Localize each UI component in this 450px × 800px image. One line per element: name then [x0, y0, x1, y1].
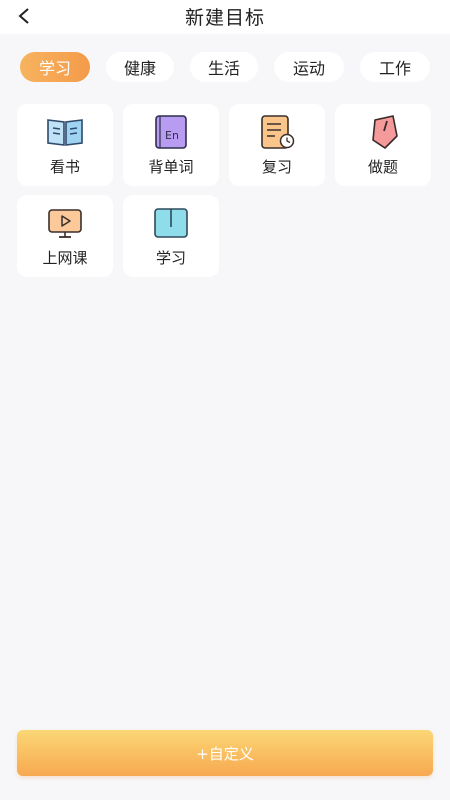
tab-label: 生活 [207, 59, 240, 78]
tab-label: 健康 [123, 59, 156, 78]
tab-label: 工作 [378, 59, 411, 78]
tab-label: 学习 [38, 59, 71, 78]
tab-study[interactable]: 学习 [20, 52, 90, 82]
add-custom-goal-label: +自定义 [196, 744, 254, 763]
book-icon [47, 119, 83, 146]
tab-sport[interactable]: 运动 [274, 52, 344, 82]
goal-item-review[interactable]: 复习 [229, 104, 325, 186]
goal-item-label: 看书 [49, 158, 80, 176]
goal-item-label: 复习 [261, 158, 292, 176]
svg-text:En: En [165, 129, 179, 142]
add-custom-goal-button[interactable]: +自定义 [17, 730, 433, 776]
online-class-icon [48, 209, 82, 238]
goal-item-online-class[interactable]: 上网课 [17, 195, 113, 277]
study-book-icon [154, 208, 188, 238]
goal-item-study[interactable]: 学习 [123, 195, 219, 277]
app-header: 新建目标 [0, 0, 450, 34]
tab-work[interactable]: 工作 [360, 52, 430, 82]
goal-item-vocabulary[interactable]: En 背单词 [123, 104, 219, 186]
tab-label: 运动 [292, 59, 325, 78]
page-title: 新建目标 [184, 7, 265, 29]
goal-item-label: 学习 [155, 249, 186, 267]
tab-life[interactable]: 生活 [190, 52, 258, 82]
goal-item-label: 上网课 [42, 249, 88, 267]
category-tabs: 学习 健康 生活 运动 工作 [0, 52, 450, 86]
goal-item-label: 做题 [367, 158, 398, 176]
vocabulary-icon: En [155, 115, 187, 149]
goal-item-exercise[interactable]: 做题 [335, 104, 431, 186]
tab-health[interactable]: 健康 [106, 52, 174, 82]
goal-item-label: 背单词 [148, 158, 194, 176]
exercise-icon [372, 115, 398, 149]
goal-item-reading[interactable]: 看书 [17, 104, 113, 186]
review-notes-icon [261, 115, 295, 149]
